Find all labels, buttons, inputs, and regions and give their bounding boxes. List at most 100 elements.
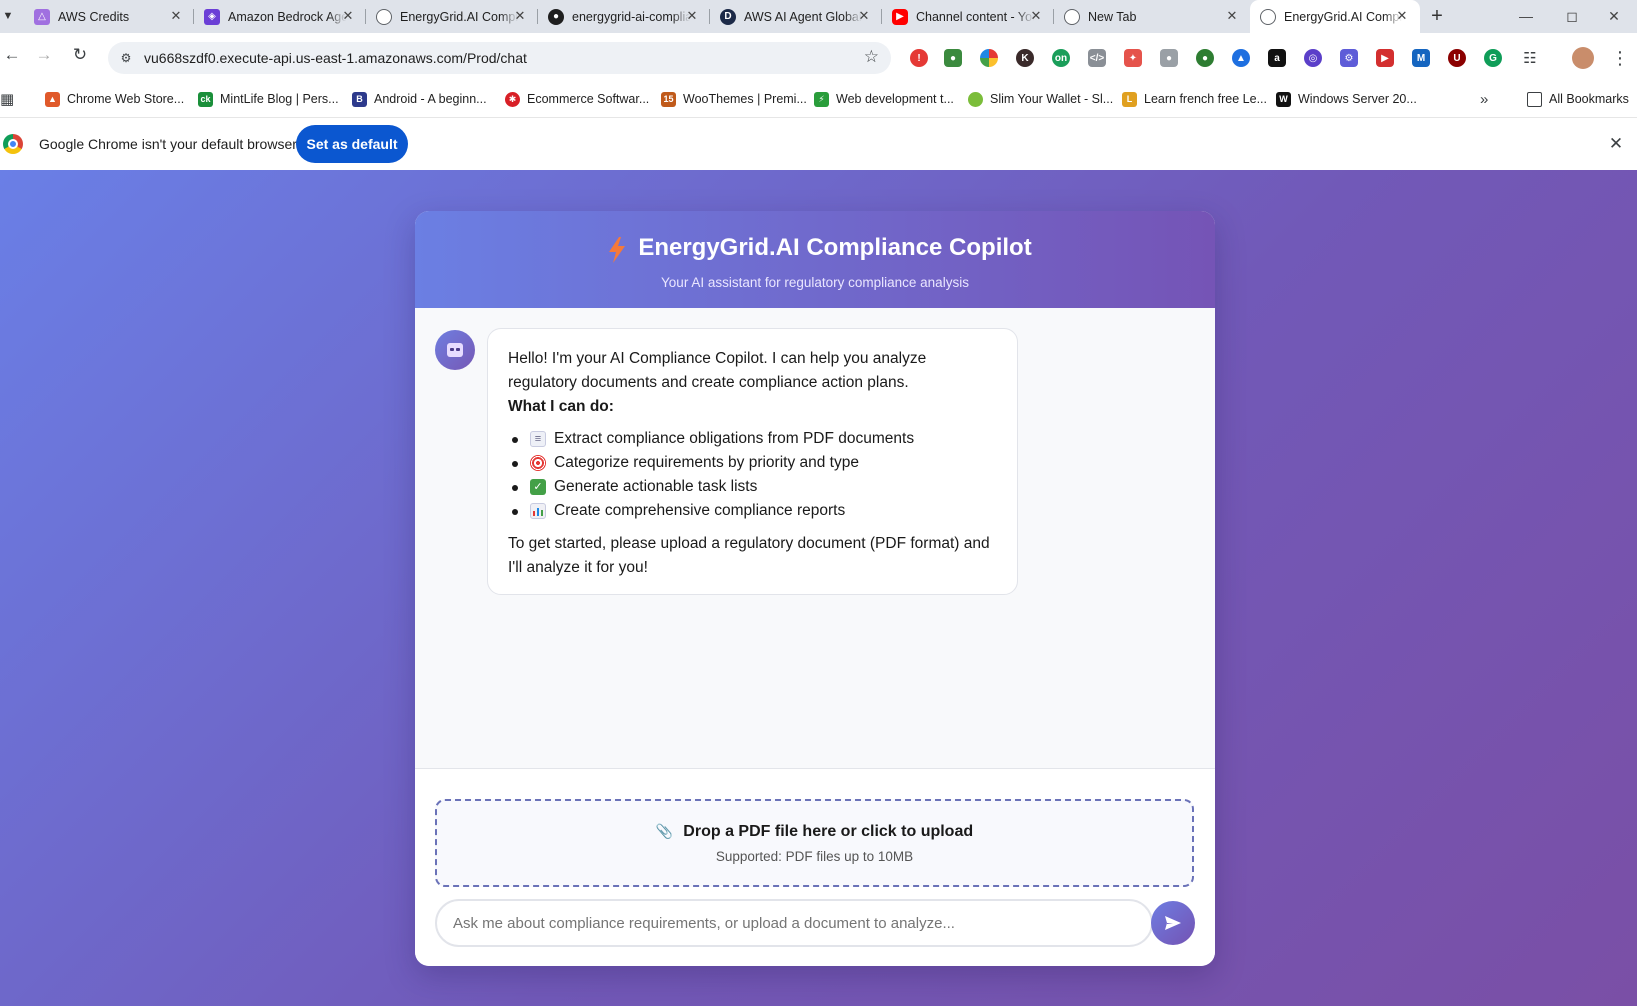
- paperclip-icon: 📎: [655, 823, 674, 839]
- webstore-icon: ▲: [45, 91, 60, 107]
- close-icon[interactable]: ✕: [684, 8, 700, 24]
- bookmark-item[interactable]: ▲ Chrome Web Store...: [45, 88, 184, 110]
- all-bookmarks-button[interactable]: All Bookmarks: [1527, 88, 1629, 110]
- forward-arrow-icon[interactable]: →: [32, 43, 56, 67]
- chrome-menu-icon[interactable]: ⋮: [1611, 47, 1629, 69]
- default-browser-infobar: Google Chrome isn't your default browser…: [0, 117, 1637, 170]
- tab-energygrid-active[interactable]: EnergyGrid.AI Compliance ✕: [1250, 0, 1420, 33]
- tab-github-repo[interactable]: ● energygrid-ai-compliance ✕: [538, 0, 710, 33]
- extension-a-icon[interactable]: a: [1268, 49, 1286, 67]
- close-icon[interactable]: ✕: [168, 8, 184, 24]
- tab-title: energygrid-ai-compliance: [572, 9, 690, 24]
- ck-icon: ck: [198, 91, 213, 107]
- extension-ublock-icon[interactable]: U: [1448, 49, 1466, 67]
- list-item: ≡ Extract compliance obligations from PD…: [508, 427, 997, 451]
- bookmark-item[interactable]: ⚡ Web development t...: [814, 88, 954, 110]
- bookmarks-overflow-icon[interactable]: »: [1480, 88, 1488, 110]
- input-area: 📎 Drop a PDF file here or click to upload…: [415, 768, 1215, 966]
- back-arrow-icon[interactable]: ←: [0, 43, 24, 67]
- b-icon: B: [352, 91, 367, 107]
- globe-icon: [376, 8, 392, 25]
- bookmark-item[interactable]: B Android - A beginn...: [352, 88, 487, 110]
- folder-icon: [1527, 91, 1542, 107]
- tab-aws-ai-agent[interactable]: D AWS AI Agent Global ✕: [710, 0, 882, 33]
- extension-on-icon[interactable]: on: [1052, 49, 1070, 67]
- chat-input[interactable]: [435, 899, 1153, 947]
- address-bar[interactable]: ⚙ vu668szdf0.execute-api.us-east-1.amazo…: [108, 42, 891, 74]
- chrome-icon: [1064, 8, 1080, 25]
- close-icon[interactable]: ✕: [512, 8, 528, 24]
- close-icon[interactable]: ✕: [1394, 8, 1410, 24]
- extension-m-icon[interactable]: M: [1412, 49, 1430, 67]
- bookmark-star-icon[interactable]: ☆: [864, 47, 879, 67]
- app-title: EnergyGrid.AI Compliance Copilot: [638, 234, 1032, 261]
- extension-color-wheel-icon[interactable]: [980, 49, 998, 67]
- extension-gear-icon[interactable]: ⚙: [1340, 49, 1358, 67]
- extension-alert-icon[interactable]: !: [910, 49, 928, 67]
- robot-icon: [447, 343, 463, 357]
- extension-code-icon[interactable]: </>: [1088, 49, 1106, 67]
- extension-android-icon[interactable]: ●: [1196, 49, 1214, 67]
- tab-youtube[interactable]: ▶ Channel content - YouTube ✕: [882, 0, 1054, 33]
- new-tab-button[interactable]: +: [1426, 5, 1448, 27]
- set-default-button[interactable]: Set as default: [296, 125, 408, 163]
- extension-glasses-icon[interactable]: ●: [944, 49, 962, 67]
- bookmark-item[interactable]: W Windows Server 20...: [1276, 88, 1417, 110]
- tab-title: New Tab: [1088, 9, 1137, 24]
- tab-strip: ▼ △ AWS Credits ✕ ◈ Amazon Bedrock Agent…: [0, 0, 1637, 33]
- window-close-icon[interactable]: ✕: [1591, 4, 1637, 28]
- extension-compass-icon[interactable]: ▲: [1232, 49, 1250, 67]
- browser-toolbar: ← → ↻ ⚙ vu668szdf0.execute-api.us-east-1…: [0, 33, 1637, 117]
- pdf-dropzone[interactable]: 📎 Drop a PDF file here or click to upload…: [435, 799, 1194, 887]
- extension-k-icon[interactable]: K: [1016, 49, 1034, 67]
- send-button[interactable]: [1151, 901, 1195, 945]
- close-icon[interactable]: ✕: [340, 8, 356, 24]
- youtube-icon: ▶: [892, 8, 908, 25]
- tab-search-chevron-icon[interactable]: ▼: [0, 6, 16, 26]
- tab-amazon-bedrock[interactable]: ◈ Amazon Bedrock Agents ✕: [194, 0, 366, 33]
- tab-new-tab[interactable]: New Tab ✕: [1054, 0, 1250, 33]
- profile-avatar[interactable]: [1572, 47, 1594, 69]
- dropzone-title: 📎 Drop a PDF file here or click to upload: [655, 823, 974, 840]
- tab-title: AWS AI Agent Global: [744, 9, 862, 24]
- infobar-message: Google Chrome isn't your default browser: [39, 136, 297, 152]
- extension-bag-icon[interactable]: ●: [1160, 49, 1178, 67]
- url-text[interactable]: vu668szdf0.execute-api.us-east-1.amazona…: [144, 50, 527, 66]
- apps-grid-icon[interactable]: ▦: [0, 88, 14, 110]
- bookmark-item[interactable]: L Learn french free Le...: [1122, 88, 1267, 110]
- bookmark-item[interactable]: ✱ Ecommerce Softwar...: [505, 88, 649, 110]
- bedrock-icon: ◈: [204, 8, 220, 25]
- bookmark-item[interactable]: Slim Your Wallet - Sl...: [968, 88, 1113, 110]
- close-icon[interactable]: ✕: [1028, 8, 1044, 24]
- close-icon[interactable]: ✕: [1606, 134, 1626, 154]
- maximize-icon[interactable]: ◻: [1549, 4, 1595, 28]
- tab-energygrid[interactable]: EnergyGrid.AI Compliance ✕: [366, 0, 538, 33]
- bot-message-bubble: Hello! I'm your AI Compliance Copilot. I…: [487, 328, 1018, 595]
- bookmark-item[interactable]: ck MintLife Blog | Pers...: [198, 88, 339, 110]
- extension-grammarly-icon[interactable]: G: [1484, 49, 1502, 67]
- message-heading: What I can do:: [508, 398, 614, 415]
- close-icon[interactable]: ✕: [856, 8, 872, 24]
- tab-aws-credits[interactable]: △ AWS Credits ✕: [24, 0, 194, 33]
- webdev-icon: ⚡: [814, 91, 829, 107]
- message-intro: Hello! I'm your AI Compliance Copilot. I…: [508, 350, 927, 391]
- checkmark-icon: ✓: [530, 479, 546, 495]
- extension-play-icon[interactable]: ▶: [1376, 49, 1394, 67]
- extension-target-icon[interactable]: ◎: [1304, 49, 1322, 67]
- reload-icon[interactable]: ↻: [68, 43, 92, 67]
- extensions-puzzle-icon[interactable]: ☷: [1521, 49, 1539, 67]
- target-icon: [530, 455, 546, 471]
- bar-chart-icon: [530, 503, 546, 519]
- aws-cube-icon: △: [34, 8, 50, 25]
- bookmark-item[interactable]: 15 WooThemes | Premi...: [661, 88, 807, 110]
- minimize-icon[interactable]: —: [1503, 4, 1549, 28]
- extension-bird-icon[interactable]: ✦: [1124, 49, 1142, 67]
- capabilities-list: ≡ Extract compliance obligations from PD…: [508, 427, 997, 523]
- tab-title: EnergyGrid.AI Compliance: [400, 9, 518, 24]
- close-icon[interactable]: ✕: [1224, 8, 1240, 24]
- chat-header: EnergyGrid.AI Compliance Copilot Your AI…: [415, 211, 1215, 308]
- site-info-icon[interactable]: ⚙: [118, 50, 134, 66]
- leaf-icon: [968, 91, 983, 107]
- woo-icon: 15: [661, 91, 676, 107]
- bot-avatar: [435, 330, 475, 370]
